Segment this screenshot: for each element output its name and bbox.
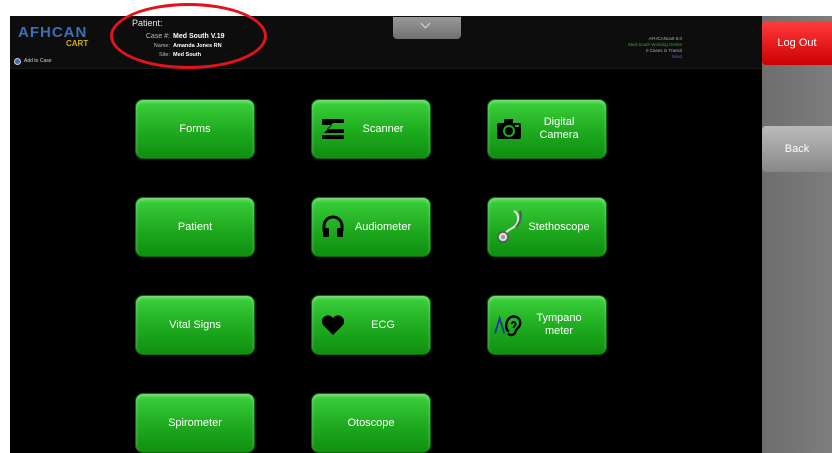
ear-icon xyxy=(494,308,524,342)
add-to-case-label: Add to Case xyxy=(24,58,52,64)
add-case-icon xyxy=(14,57,21,65)
right-panel xyxy=(762,16,832,453)
stethoscope-button[interactable]: Stethoscope xyxy=(487,197,607,257)
heart-icon xyxy=(318,308,348,342)
dropdown-tab[interactable] xyxy=(393,17,461,39)
stethoscope-label: Stethoscope xyxy=(528,220,590,233)
chevron-down-icon xyxy=(420,18,431,29)
tympanometer-button[interactable]: Tympano meter xyxy=(487,295,607,355)
back-button[interactable]: Back xyxy=(762,126,832,172)
audiometer-button[interactable]: Audiometer xyxy=(311,197,431,257)
annotation-circle xyxy=(110,3,267,69)
patient-button[interactable]: Patient xyxy=(135,197,255,257)
tympanometer-label: Tympano meter xyxy=(536,312,582,337)
digital-camera-button[interactable]: Digital Camera xyxy=(487,99,607,159)
afhcan-logo: AFHCAN CART xyxy=(16,24,106,58)
scanner-label: Scanner xyxy=(362,122,404,135)
spirometer-label: Spirometer xyxy=(168,416,222,429)
add-to-case-link[interactable]: Add to Case xyxy=(14,56,52,66)
vital-signs-label: Vital Signs xyxy=(169,318,221,331)
spirometer-button[interactable]: Spirometer xyxy=(135,393,255,453)
status-panel: AFHCANcart 8.0 Med South Working Onsite … xyxy=(542,36,682,60)
ecg-button[interactable]: ECG xyxy=(311,295,431,355)
vital-signs-button[interactable]: Vital Signs xyxy=(135,295,255,355)
status-send-link[interactable]: Send xyxy=(542,54,682,60)
headphones-icon xyxy=(318,210,348,244)
camera-icon xyxy=(494,112,524,146)
digital-camera-label: Digital Camera xyxy=(539,116,579,141)
forms-button[interactable]: Forms xyxy=(135,99,255,159)
scanner-icon xyxy=(318,112,348,146)
forms-label: Forms xyxy=(179,122,211,135)
otoscope-button[interactable]: Otoscope xyxy=(311,393,431,453)
audiometer-label: Audiometer xyxy=(354,220,412,233)
logo-sub-text: CART xyxy=(66,39,89,48)
scanner-button[interactable]: Scanner xyxy=(311,99,431,159)
logout-button[interactable]: Log Out xyxy=(762,21,832,65)
patient-label: Patient xyxy=(177,220,213,233)
stethoscope-icon xyxy=(494,210,524,244)
otoscope-label: Otoscope xyxy=(347,416,395,429)
ecg-label: ECG xyxy=(371,318,395,331)
